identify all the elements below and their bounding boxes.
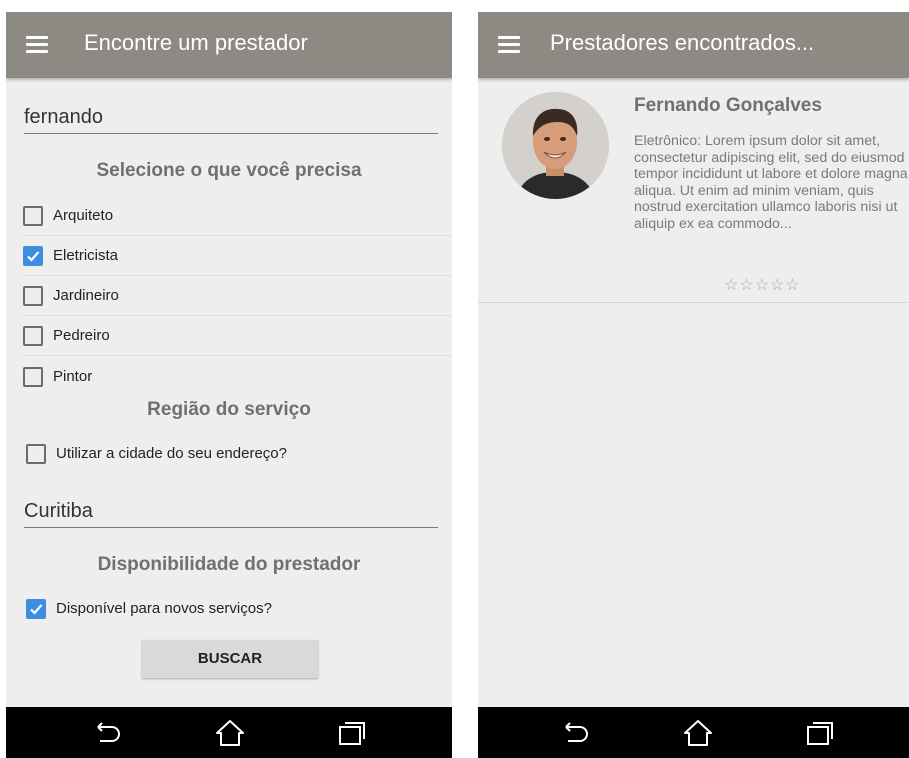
recents-icon[interactable] xyxy=(336,719,368,747)
services-heading: Selecione o que você precisa xyxy=(96,160,362,181)
use-address-label: Utilizar a cidade do seu endereço? xyxy=(56,445,287,462)
home-icon[interactable] xyxy=(682,719,714,747)
service-label: Eletricista xyxy=(53,247,119,264)
service-label: Pintor xyxy=(53,368,93,385)
home-icon[interactable] xyxy=(214,719,246,747)
star-icon[interactable]: ☆ xyxy=(724,278,738,294)
recents-icon[interactable] xyxy=(804,719,836,747)
app-bar: Prestadores encontrados... xyxy=(478,12,909,78)
checkbox-checked[interactable] xyxy=(23,246,43,266)
service-label: Jardineiro xyxy=(53,287,119,304)
region-heading: Região do serviço xyxy=(147,399,311,420)
avatar xyxy=(502,92,609,199)
search-screen: Encontre um prestador fernando Selecione… xyxy=(6,12,452,758)
result-description: Eletrônico: Lorem ipsum dolor sit amet, … xyxy=(634,133,908,232)
system-nav-bar xyxy=(478,707,909,758)
star-icon[interactable]: ☆ xyxy=(755,278,769,294)
checkbox[interactable] xyxy=(23,286,43,306)
back-icon[interactable] xyxy=(560,719,592,747)
service-item-arquiteto[interactable]: Arquiteto xyxy=(22,196,452,236)
hamburger-icon[interactable] xyxy=(26,36,48,53)
service-item-pintor[interactable]: Pintor xyxy=(22,357,452,397)
star-icon[interactable]: ☆ xyxy=(785,278,799,294)
search-button[interactable]: BUSCAR xyxy=(142,640,318,678)
hamburger-icon[interactable] xyxy=(498,36,520,53)
checkbox[interactable] xyxy=(23,367,43,387)
service-item-eletricista[interactable]: Eletricista xyxy=(22,236,452,276)
checkbox[interactable] xyxy=(23,206,43,226)
result-name: Fernando Gonçalves xyxy=(634,95,822,116)
checkbox[interactable] xyxy=(23,326,43,346)
checkbox[interactable] xyxy=(26,444,46,464)
results-screen: Prestadores encontrados... Fernando Gonç… xyxy=(478,12,909,758)
service-label: Pedreiro xyxy=(53,327,110,344)
available-option[interactable]: Disponível para novos serviços? xyxy=(26,595,446,625)
availability-heading: Disponibilidade do prestador xyxy=(97,554,361,575)
service-item-pedreiro[interactable]: Pedreiro xyxy=(22,316,452,356)
service-label: Arquiteto xyxy=(53,207,114,224)
check-icon xyxy=(27,251,40,262)
system-nav-bar xyxy=(6,707,452,758)
star-icon[interactable]: ☆ xyxy=(739,278,753,294)
check-icon xyxy=(30,604,43,615)
back-icon[interactable] xyxy=(92,719,124,747)
app-bar-title: Prestadores encontrados... xyxy=(550,30,815,55)
app-bar: Encontre um prestador xyxy=(6,12,452,78)
app-bar-title: Encontre um prestador xyxy=(84,30,308,55)
rating-stars[interactable]: ☆ ☆ ☆ ☆ ☆ xyxy=(724,278,800,294)
available-label: Disponível para novos serviços? xyxy=(56,600,272,617)
service-item-jardineiro[interactable]: Jardineiro xyxy=(22,276,452,316)
result-card[interactable]: Fernando Gonçalves Eletrônico: Lorem ips… xyxy=(478,78,909,303)
city-input[interactable]: Curitiba xyxy=(24,494,438,528)
checkbox-checked[interactable] xyxy=(26,599,46,619)
use-address-option[interactable]: Utilizar a cidade do seu endereço? xyxy=(26,440,446,470)
search-input[interactable]: fernando xyxy=(24,100,438,134)
star-icon[interactable]: ☆ xyxy=(770,278,784,294)
